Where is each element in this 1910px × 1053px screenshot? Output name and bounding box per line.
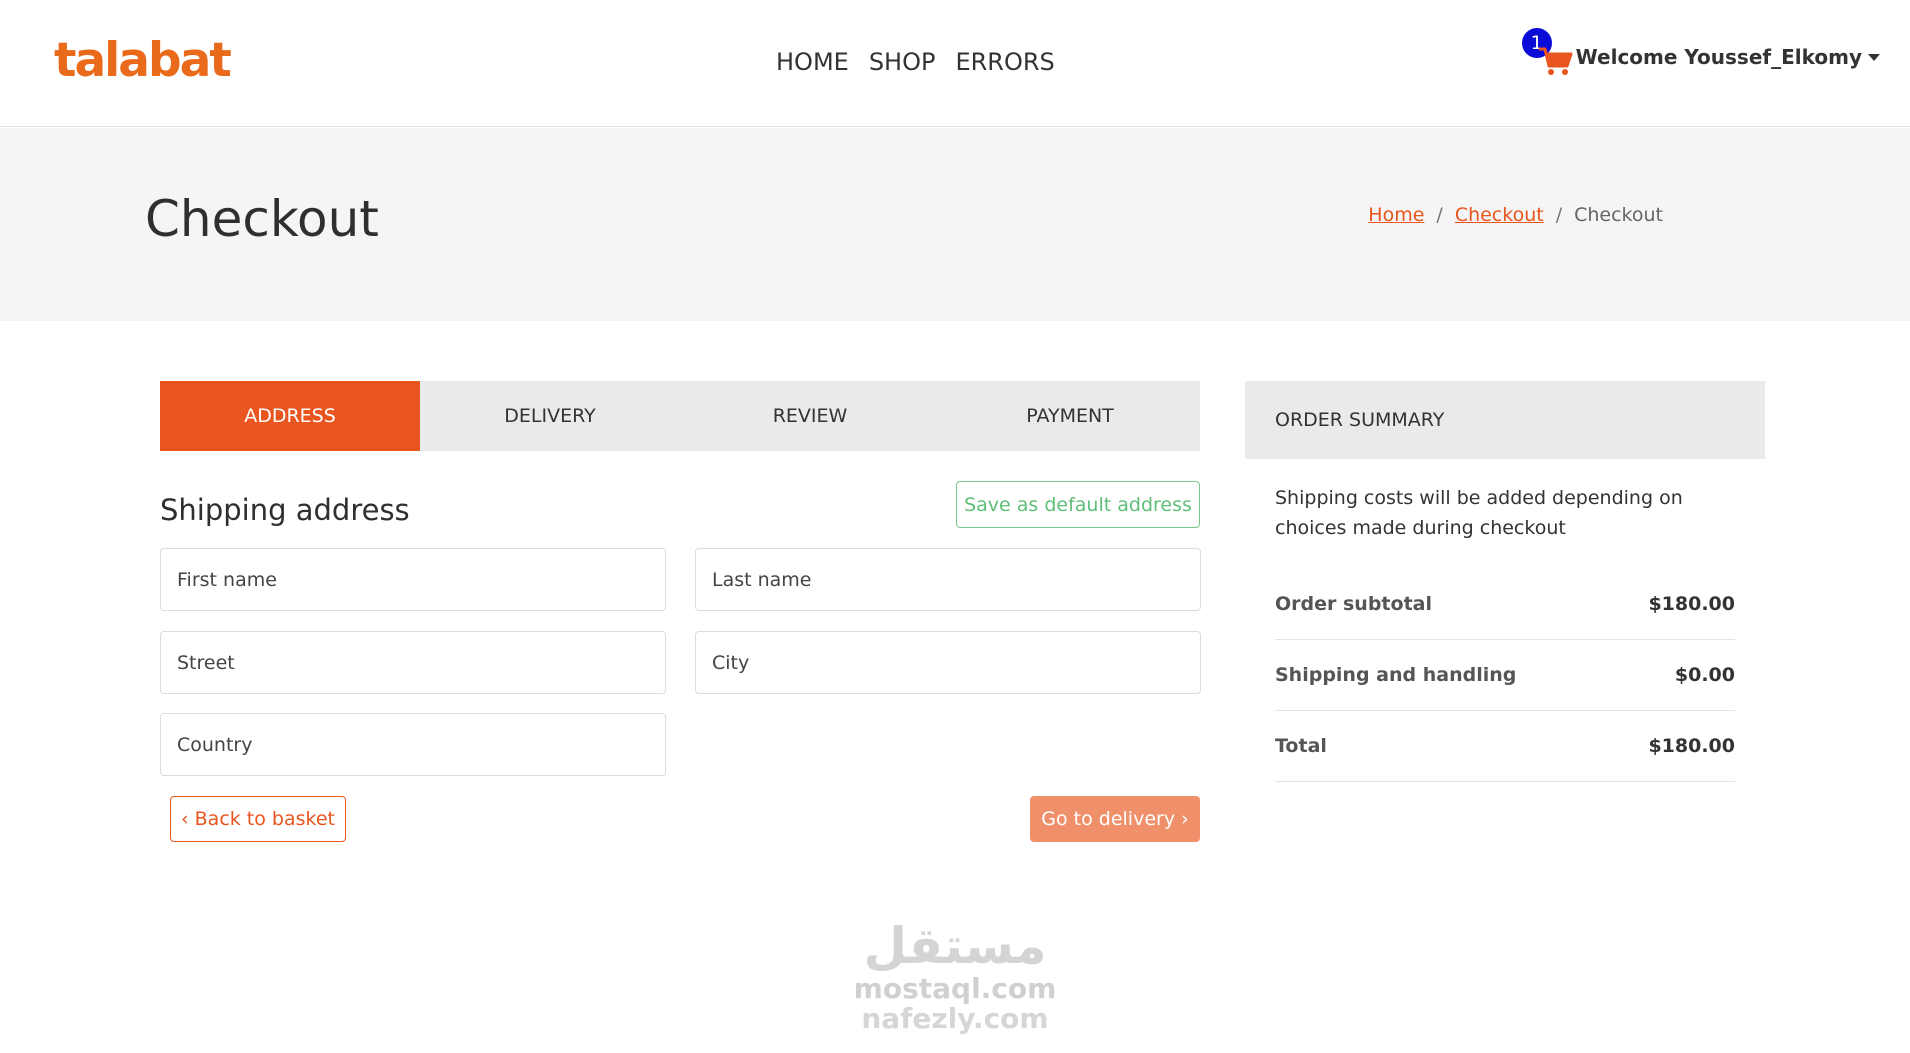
- step-tab-review[interactable]: REVIEW: [680, 381, 940, 451]
- summary-value: $0.00: [1674, 664, 1735, 686]
- watermark-logo: مستقل: [863, 917, 1047, 975]
- order-summary-title: ORDER SUMMARY: [1245, 381, 1765, 459]
- user-area: 1 Welcome Youssef_Elkomy: [1521, 26, 1880, 76]
- summary-label: Total: [1275, 735, 1327, 757]
- watermark: مستقل mostaql.com nafezly.com: [820, 918, 1090, 1034]
- order-summary: ORDER SUMMARY Shipping costs will be add…: [1245, 381, 1765, 782]
- last-name-input[interactable]: [695, 548, 1201, 611]
- breadcrumb-separator: /: [1436, 204, 1443, 226]
- nav-errors-link[interactable]: ERRORS: [955, 48, 1054, 76]
- caret-down-icon: [1868, 53, 1880, 61]
- summary-label: Order subtotal: [1275, 593, 1432, 615]
- top-navbar: talabat HOME SHOP ERRORS 1 Welcome Youss…: [0, 0, 1910, 127]
- cart-button[interactable]: 1: [1521, 26, 1576, 76]
- step-tab-address[interactable]: ADDRESS: [160, 381, 420, 451]
- shipping-note: Shipping costs will be added depending o…: [1275, 487, 1683, 539]
- nav-shop-link[interactable]: SHOP: [869, 48, 936, 76]
- summary-value: $180.00: [1648, 593, 1735, 615]
- summary-row-total: Total $180.00: [1275, 711, 1735, 782]
- country-input[interactable]: [160, 713, 666, 776]
- summary-row-shipping: Shipping and handling $0.00: [1275, 640, 1735, 711]
- summary-label: Shipping and handling: [1275, 664, 1517, 686]
- breadcrumb: Home / Checkout / Checkout: [1368, 204, 1663, 226]
- city-input[interactable]: [695, 631, 1201, 694]
- welcome-text: Welcome Youssef_Elkomy: [1575, 45, 1862, 69]
- save-default-address-button[interactable]: Save as default address: [956, 481, 1200, 528]
- watermark-line-1: mostaql.com: [853, 972, 1057, 1005]
- user-menu-toggle[interactable]: Welcome Youssef_Elkomy: [1576, 45, 1880, 69]
- breadcrumb-home-link[interactable]: Home: [1368, 204, 1424, 226]
- checkout-steps: ADDRESS DELIVERY REVIEW PAYMENT: [160, 381, 1200, 451]
- main-nav: HOME SHOP ERRORS: [776, 48, 1055, 76]
- breadcrumb-separator: /: [1555, 204, 1563, 226]
- watermark-line-2: nafezly.com: [861, 1002, 1049, 1035]
- summary-value: $180.00: [1648, 735, 1735, 757]
- shipping-address-heading: Shipping address: [160, 493, 410, 527]
- page-title: Checkout: [145, 190, 379, 248]
- street-input[interactable]: [160, 631, 666, 694]
- breadcrumb-current: Checkout: [1574, 204, 1663, 226]
- shopping-cart-icon: [1538, 47, 1573, 75]
- back-to-basket-button[interactable]: ‹ Back to basket: [170, 796, 346, 842]
- breadcrumb-checkout-link[interactable]: Checkout: [1455, 204, 1544, 226]
- talabat-logo[interactable]: talabat: [54, 33, 232, 88]
- first-name-input[interactable]: [160, 548, 666, 611]
- go-to-delivery-button[interactable]: Go to delivery ›: [1030, 796, 1200, 842]
- nav-home-link[interactable]: HOME: [776, 48, 849, 76]
- page-header-band: Checkout Home / Checkout / Checkout: [0, 128, 1910, 321]
- step-tab-delivery[interactable]: DELIVERY: [420, 381, 680, 451]
- summary-table: Order subtotal $180.00 Shipping and hand…: [1275, 569, 1735, 782]
- step-tab-payment[interactable]: PAYMENT: [940, 381, 1200, 451]
- summary-row-subtotal: Order subtotal $180.00: [1275, 569, 1735, 640]
